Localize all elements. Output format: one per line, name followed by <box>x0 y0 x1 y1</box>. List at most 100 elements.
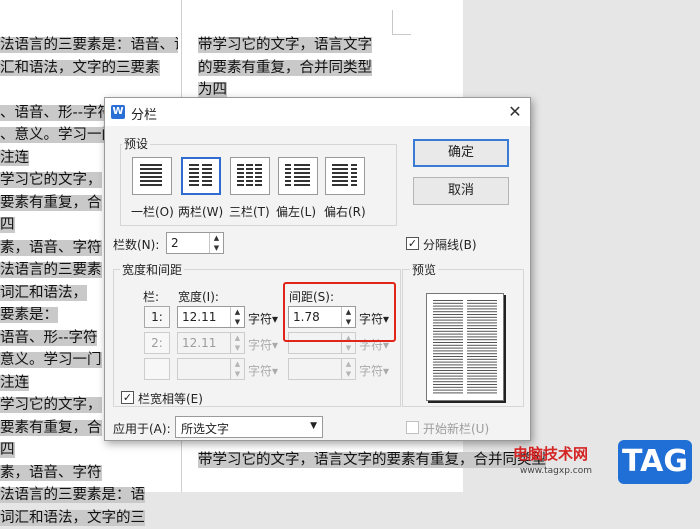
document-line-text: 的要素有重复，合并同类型 <box>198 60 372 76</box>
preset-one-column[interactable] <box>132 157 172 195</box>
cancel-button[interactable]: 取消 <box>413 177 509 205</box>
preview-line <box>433 392 463 393</box>
preview-line <box>467 317 497 318</box>
preview-line <box>467 306 497 307</box>
document-line-text: 素，语音、字符 <box>0 465 102 481</box>
preview-line <box>467 356 497 357</box>
preset-three-columns-label[interactable]: 三栏(T) <box>229 203 270 220</box>
preview-line <box>467 364 497 365</box>
preview-line <box>433 342 463 343</box>
preview-line <box>433 350 463 351</box>
column-1-width-stepper[interactable]: ▲▼ <box>177 306 245 328</box>
preset-right[interactable] <box>325 157 365 195</box>
preview-line <box>433 322 463 323</box>
down-arrow-icon: ▼ <box>231 343 244 353</box>
preview-line <box>467 362 497 363</box>
up-arrow-icon[interactable]: ▲ <box>210 233 223 243</box>
chevron-down-icon: ▼ <box>310 421 317 431</box>
document-line: 的要素有重复，合并同类型 <box>198 57 398 80</box>
column-3-spacing-unit: 字符▾ <box>359 362 389 379</box>
preview-line <box>433 376 463 377</box>
document-line-text: 汇和语法，文字的三要素 <box>0 60 160 76</box>
dialog-titlebar: W 分栏 ✕ <box>105 98 530 126</box>
document-line: 带学习它的文字，语言文字 <box>198 34 398 57</box>
column-2-width-input <box>178 333 234 353</box>
document-right-column: 带学习它的文字，语言文字的要素有重复，合并同类型为四 <box>198 34 398 102</box>
preview-line <box>433 328 463 329</box>
column-3-width-stepper: ▲▼ <box>177 358 245 380</box>
preview-line <box>467 370 497 371</box>
preview-line <box>433 331 463 332</box>
preview-line <box>467 378 497 379</box>
page-corner-marker <box>392 10 411 35</box>
preview-line <box>433 308 463 309</box>
equal-width-label[interactable]: 栏宽相等(E) <box>138 390 203 407</box>
equal-width-checkbox[interactable]: ✓ <box>121 391 134 404</box>
preview-line <box>467 300 497 301</box>
preview-line <box>433 314 463 315</box>
up-arrow-icon[interactable]: ▲ <box>231 307 244 317</box>
close-icon[interactable]: ✕ <box>504 101 526 123</box>
up-arrow-icon: ▲ <box>342 359 355 369</box>
preset-one-column-label[interactable]: 一栏(O) <box>131 203 174 220</box>
ok-button[interactable]: 确定 <box>413 139 509 167</box>
preview-label: 预览 <box>410 261 438 278</box>
three-columns-icon <box>231 158 269 194</box>
down-arrow-icon[interactable]: ▼ <box>210 243 223 253</box>
width-header: 宽度(I): <box>178 288 219 305</box>
presets-label: 预设 <box>122 135 150 152</box>
column-1-width-input[interactable] <box>178 307 234 327</box>
document-line: 法语言的三要素是：语 <box>0 484 178 507</box>
apply-to-select[interactable]: 所选文字 ▼ <box>175 416 323 438</box>
preset-three-columns[interactable] <box>230 157 270 195</box>
preview-line <box>467 348 497 349</box>
preview-line <box>433 387 463 388</box>
preview-line <box>467 336 497 337</box>
preview-line <box>467 328 497 329</box>
down-arrow-icon: ▼ <box>231 369 244 379</box>
document-line: 汇和语法，文字的三要素 <box>0 57 178 80</box>
document-right-column-bottom: 带学习它的文字，语言文字的要素有重复，合并同类型 <box>198 449 546 472</box>
preview-line <box>433 384 463 385</box>
preview-line <box>433 336 463 337</box>
divider-label[interactable]: 分隔线(B) <box>423 236 477 253</box>
col-header: 栏: <box>143 288 159 305</box>
preview-line <box>433 364 463 365</box>
down-arrow-icon[interactable]: ▼ <box>231 317 244 327</box>
preview-line <box>467 303 497 304</box>
columns-count-input[interactable] <box>167 233 213 253</box>
preset-left-label[interactable]: 偏左(L) <box>276 203 316 220</box>
preview-line <box>467 367 497 368</box>
document-line-text: 为四 <box>198 82 227 98</box>
preset-two-columns[interactable] <box>181 157 221 195</box>
preview-line <box>433 334 463 335</box>
document-line-text: 、语音、形--字符 <box>0 105 112 121</box>
left-column-icon <box>279 158 317 194</box>
preset-right-label[interactable]: 偏右(R) <box>324 203 366 220</box>
preview-line <box>433 367 463 368</box>
down-arrow-icon: ▼ <box>342 369 355 379</box>
two-columns-icon <box>183 159 219 193</box>
preview-line <box>433 356 463 357</box>
preview-line <box>433 359 463 360</box>
document-line-text: 注连 <box>0 375 29 391</box>
preview-line <box>433 373 463 374</box>
preview-line <box>433 317 463 318</box>
document-line: 词汇和语法，文字的三 <box>0 507 178 529</box>
preview-line <box>433 348 463 349</box>
preview-line <box>433 320 463 321</box>
column-2-number: 2: <box>144 332 170 354</box>
preset-two-columns-label[interactable]: 两栏(W) <box>178 203 223 220</box>
preview-line <box>467 308 497 309</box>
new-column-label: 开始新栏(U) <box>423 420 489 437</box>
preview-line <box>433 300 463 301</box>
columns-count-stepper[interactable]: ▲▼ <box>166 232 224 254</box>
divider-checkbox[interactable]: ✓ <box>406 237 419 250</box>
preview-line <box>467 373 497 374</box>
column-1-width-unit[interactable]: 字符▾ <box>248 310 278 327</box>
caret-down-icon: ▾ <box>272 338 278 352</box>
document-line-text: 词汇和语法，文字的三 <box>0 510 145 526</box>
document-line-text: 注连 <box>0 150 29 166</box>
preset-left[interactable] <box>278 157 318 195</box>
preview-line <box>433 325 463 326</box>
